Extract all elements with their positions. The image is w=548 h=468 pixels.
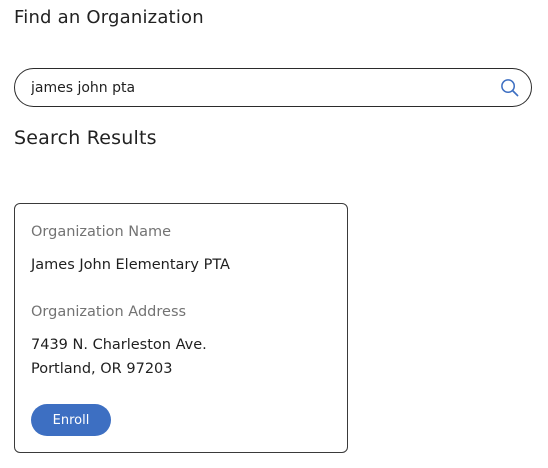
search-icon[interactable] (500, 78, 519, 97)
search-results-heading: Search Results (14, 127, 157, 149)
search-input[interactable] (31, 69, 491, 106)
organization-address-line1: 7439 N. Charleston Ave. (31, 337, 207, 353)
enroll-button[interactable]: Enroll (31, 404, 111, 436)
result-card: Organization Name James John Elementary … (14, 203, 348, 453)
organization-address-line2: Portland, OR 97203 (31, 361, 173, 377)
search-box[interactable] (14, 68, 532, 107)
page-title: Find an Organization (14, 7, 204, 28)
organization-name: James John Elementary PTA (31, 257, 230, 273)
organization-address-label: Organization Address (31, 304, 187, 320)
organization-name-label: Organization Name (31, 224, 172, 240)
